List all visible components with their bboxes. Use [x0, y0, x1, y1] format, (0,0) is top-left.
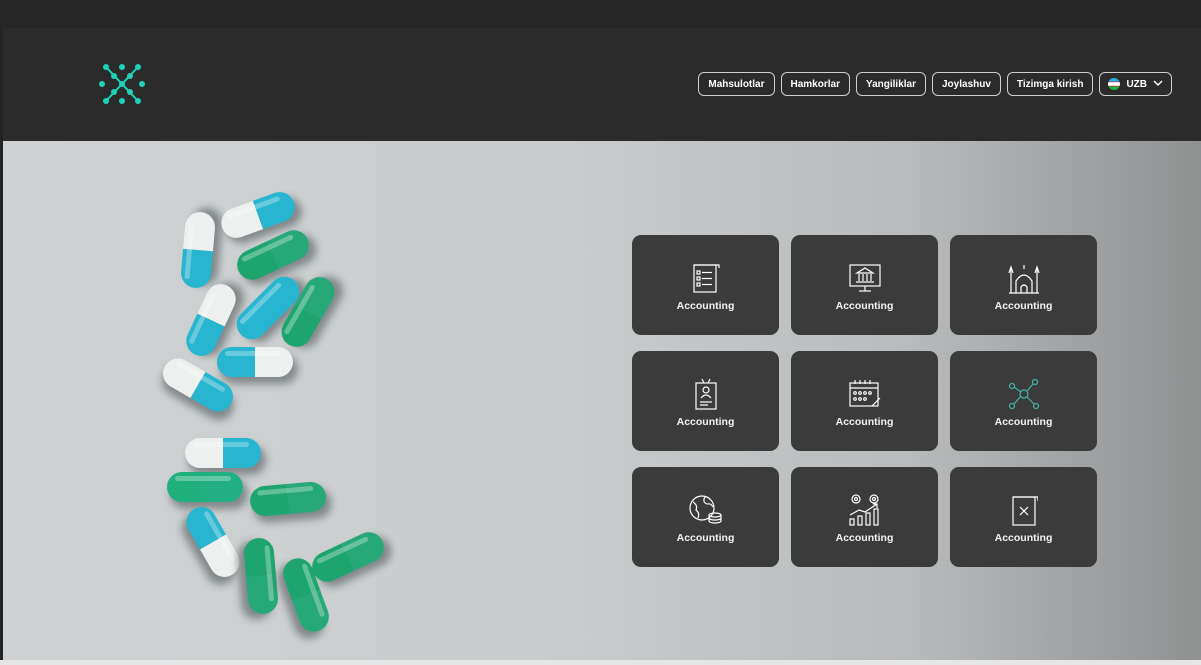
- service-label: Accounting: [835, 532, 894, 544]
- capsule: [250, 482, 332, 523]
- capsule: [237, 538, 278, 620]
- id-badge-icon: [686, 374, 726, 414]
- calendar-icon: [845, 374, 885, 414]
- network-icon: [1004, 374, 1044, 414]
- service-label: Accounting: [994, 416, 1053, 428]
- service-card[interactable]: Accounting: [632, 351, 779, 451]
- main-nav: Mahsulotlar Hamkorlar Yangiliklar Joylas…: [698, 72, 1172, 96]
- service-card[interactable]: Accounting: [950, 235, 1097, 335]
- capsule: [312, 532, 392, 587]
- nav-login[interactable]: Tizimga kirish: [1006, 72, 1094, 96]
- service-card[interactable]: Accounting: [632, 235, 779, 335]
- service-label: Accounting: [994, 300, 1053, 312]
- service-grid: Accounting Accounting Accounting Account…: [632, 235, 1097, 567]
- bank-monitor-icon: [845, 258, 885, 298]
- growth-chart-icon: [845, 490, 885, 530]
- nav-location[interactable]: Joylashuv: [932, 72, 1001, 96]
- capsules-image: [162, 192, 392, 639]
- capsule: [167, 472, 248, 509]
- mosque-icon: [1004, 258, 1044, 298]
- service-card[interactable]: Accounting: [791, 351, 938, 451]
- top-strip: [0, 0, 1201, 28]
- service-label: Accounting: [835, 300, 894, 312]
- capsule: [185, 438, 266, 475]
- service-label: Accounting: [676, 532, 735, 544]
- checklist-icon: [686, 258, 726, 298]
- service-label: Accounting: [676, 300, 735, 312]
- service-card[interactable]: Accounting: [950, 467, 1097, 567]
- service-card[interactable]: Accounting: [791, 235, 938, 335]
- brand-logo-icon: [99, 64, 145, 104]
- language-label: UZB: [1126, 78, 1147, 90]
- site-header: Mahsulotlar Hamkorlar Yangiliklar Joylas…: [3, 28, 1201, 141]
- brand-logo[interactable]: [99, 62, 145, 106]
- nav-partners[interactable]: Hamkorlar: [780, 72, 850, 96]
- service-card[interactable]: Accounting: [632, 467, 779, 567]
- capsule: [181, 507, 240, 585]
- hero-section: Accounting Accounting Accounting Account…: [3, 141, 1201, 660]
- service-card[interactable]: Accounting: [950, 351, 1097, 451]
- service-label: Accounting: [676, 416, 735, 428]
- nav-news[interactable]: Yangiliklar: [855, 72, 926, 96]
- nav-products[interactable]: Mahsulotlar: [698, 72, 775, 96]
- capsule: [217, 347, 298, 384]
- document-x-icon: [1004, 490, 1044, 530]
- capsule: [181, 207, 223, 288]
- uzbekistan-flag-icon: [1108, 78, 1121, 90]
- service-card[interactable]: Accounting: [791, 467, 938, 567]
- service-label: Accounting: [835, 416, 894, 428]
- chevron-down-icon: [1153, 79, 1163, 90]
- language-selector[interactable]: UZB: [1099, 72, 1172, 96]
- globe-coins-icon: [686, 490, 726, 530]
- service-label: Accounting: [994, 532, 1053, 544]
- bottom-strip: [0, 660, 1201, 665]
